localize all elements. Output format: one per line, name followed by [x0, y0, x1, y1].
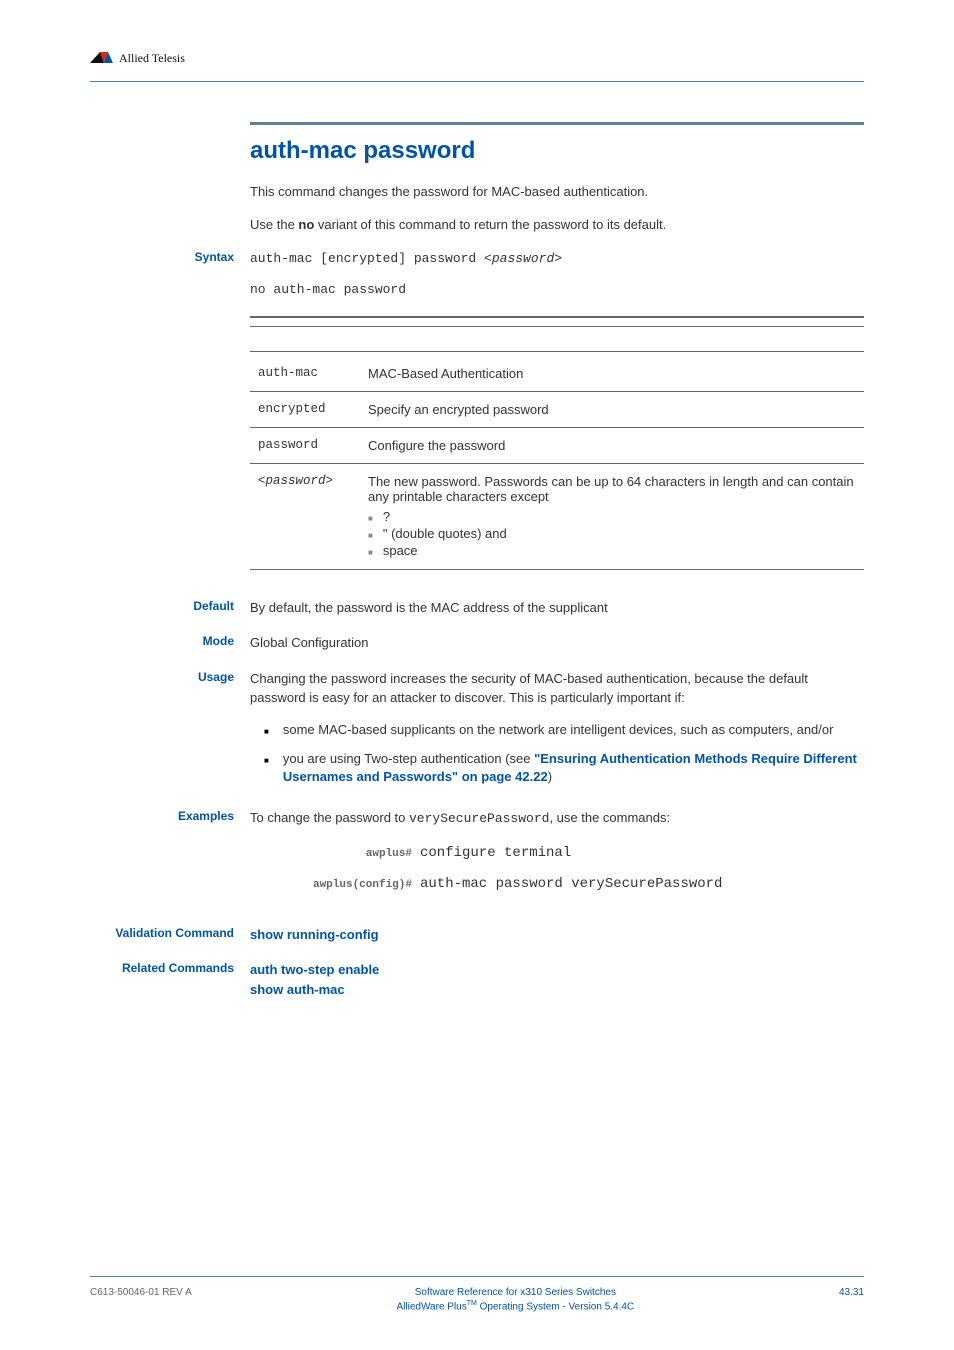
validation-label: Validation Command — [90, 925, 250, 945]
allied-telesis-icon: Allied Telesis — [90, 45, 240, 71]
footer-page-num: 43.31 — [839, 1287, 864, 1298]
syntax-line-1: auth-mac [encrypted] password <password> — [250, 249, 864, 269]
footer-center: Software Reference for x310 Series Switc… — [192, 1287, 839, 1312]
parameter-table: auth-mac MAC-Based Authentication encryp… — [250, 351, 864, 570]
prompt-2: awplus(config)# — [250, 877, 420, 894]
related-link-1[interactable]: auth two-step enable — [250, 962, 379, 977]
table-row: <password> The new password. Passwords c… — [250, 463, 864, 569]
command-title: auth-mac password — [250, 137, 864, 165]
parameter-table-wrap: auth-mac MAC-Based Authentication encryp… — [250, 316, 864, 570]
examples-body: To change the password to verySecurePass… — [250, 808, 864, 905]
syntax-line-2: no auth-mac password — [250, 280, 864, 300]
footer-rev: C613-50046-01 REV A — [90, 1287, 192, 1298]
title-rule — [250, 122, 864, 125]
table-row: password Configure the password — [250, 427, 864, 463]
intro-p2: Use the no variant of this command to re… — [250, 216, 864, 235]
brand-logo: Allied Telesis — [90, 45, 864, 71]
related-link-2[interactable]: show auth-mac — [250, 982, 345, 997]
mode-label: Mode — [90, 633, 250, 653]
related-label: Related Commands — [90, 960, 250, 999]
page-footer: C613-50046-01 REV A Software Reference f… — [90, 1276, 864, 1312]
intro-p1: This command changes the password for MA… — [250, 183, 864, 202]
usage-label: Usage — [90, 669, 250, 793]
cmd-2: auth-mac password verySecurePassword — [420, 874, 722, 895]
header-rule — [90, 81, 864, 82]
default-text: By default, the password is the MAC addr… — [250, 598, 864, 618]
validation-link[interactable]: show running-config — [250, 927, 379, 942]
mode-text: Global Configuration — [250, 633, 864, 653]
table-row: auth-mac MAC-Based Authentication — [250, 351, 864, 391]
prompt-1: awplus# — [250, 846, 420, 863]
table-row: encrypted Specify an encrypted password — [250, 391, 864, 427]
default-label: Default — [90, 598, 250, 618]
syntax-label: Syntax — [90, 249, 250, 300]
cmd-1: configure terminal — [420, 843, 571, 864]
brand-text: Allied Telesis — [119, 51, 185, 65]
examples-label: Examples — [90, 808, 250, 905]
usage-body: Changing the password increases the secu… — [250, 669, 864, 793]
